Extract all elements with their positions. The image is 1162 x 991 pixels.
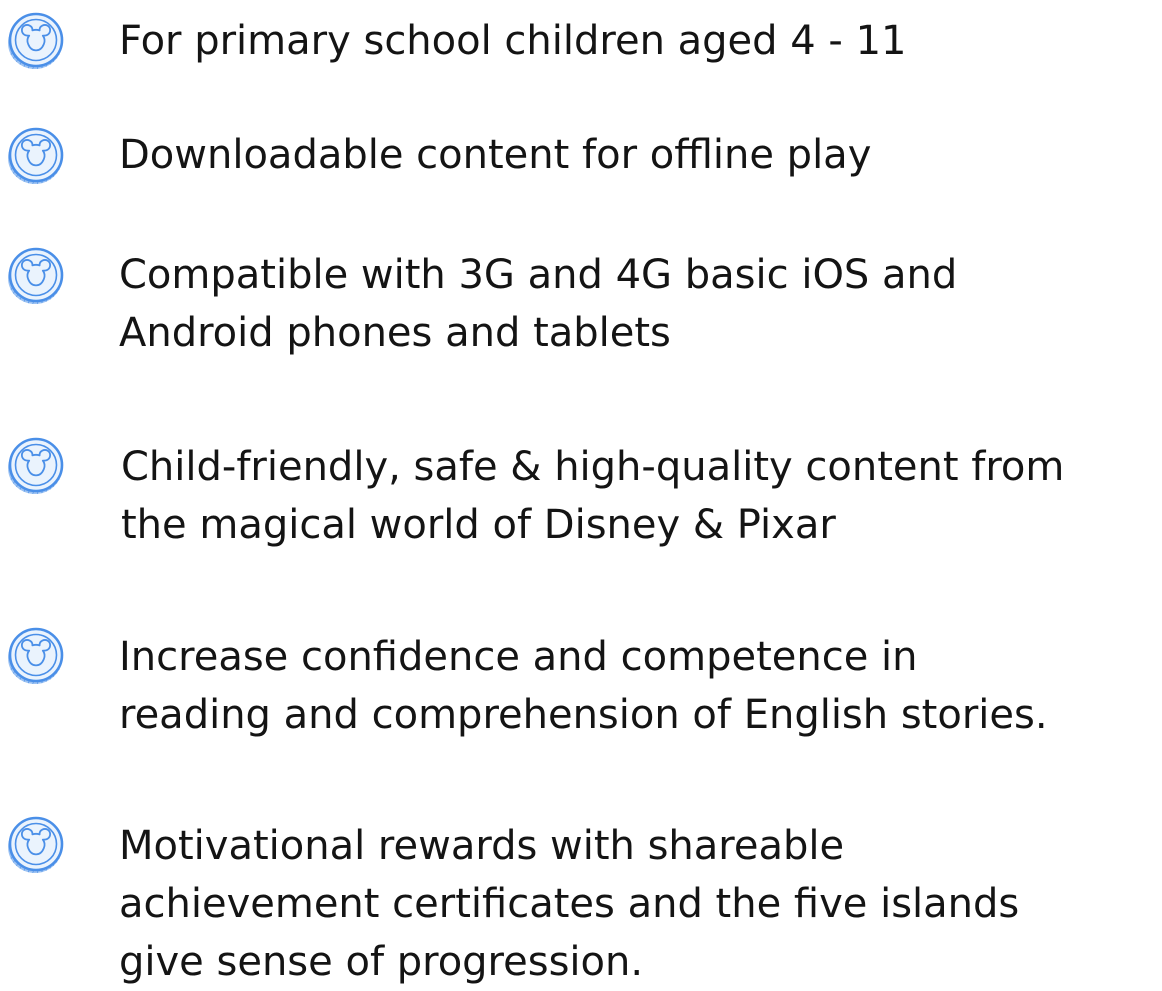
feature-line: Child-friendly, safe & high-quality cont…	[121, 438, 1161, 496]
feature-list: For primary school children aged 4 - 11 …	[0, 0, 1162, 989]
feature-line: Compatible with 3G and 4G basic iOS and	[119, 246, 1159, 304]
feature-text: Motivational rewards with shareable achi…	[119, 817, 1159, 991]
feature-line: Increase confidence and competence in	[119, 628, 1159, 686]
mickey-coin-icon	[5, 814, 67, 876]
mickey-coin-icon	[5, 245, 67, 307]
mickey-coin-icon-graphic	[5, 245, 67, 307]
mickey-coin-icon-graphic	[5, 625, 67, 687]
feature-line: Downloadable content for offline play	[119, 126, 1159, 184]
mickey-coin-icon-graphic	[5, 435, 67, 497]
feature-line: reading and comprehension of English sto…	[119, 686, 1159, 744]
feature-text: Child-friendly, safe & high-quality cont…	[121, 438, 1161, 554]
feature-line: the magical world of Disney & Pixar	[121, 496, 1161, 554]
feature-text: For primary school children aged 4 - 11	[119, 12, 1159, 70]
feature-line: Motivational rewards with shareable	[119, 817, 1159, 875]
mickey-coin-icon-graphic	[5, 125, 67, 187]
mickey-coin-icon-graphic	[5, 10, 67, 72]
feature-line: Android phones and tablets	[119, 304, 1159, 362]
feature-text: Downloadable content for offline play	[119, 126, 1159, 184]
mickey-coin-icon	[5, 10, 67, 72]
mickey-coin-icon	[5, 625, 67, 687]
feature-line: achievement certificates and the five is…	[119, 875, 1159, 933]
mickey-coin-icon	[5, 435, 67, 497]
feature-text: Compatible with 3G and 4G basic iOS and …	[119, 246, 1159, 362]
mickey-coin-icon	[5, 125, 67, 187]
feature-line: give sense of progression.	[119, 933, 1159, 991]
feature-text: Increase confidence and competence in re…	[119, 628, 1159, 744]
mickey-coin-icon-graphic	[5, 814, 67, 876]
feature-line: For primary school children aged 4 - 11	[119, 12, 1159, 70]
